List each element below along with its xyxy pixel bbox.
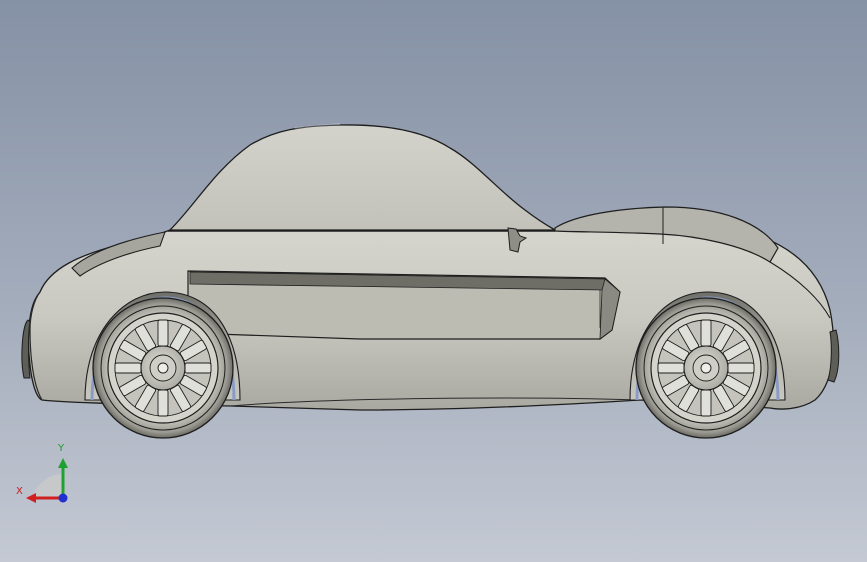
coordinate-triad[interactable]: X Y [10, 440, 80, 510]
y-axis-label: Y [58, 443, 65, 454]
triad-plane [32, 474, 62, 498]
front-wheel[interactable] [92, 297, 234, 439]
front-bumper [21, 319, 31, 379]
x-axis-head [26, 493, 36, 503]
rear-hub-cap [700, 362, 712, 374]
front-hub-cap [157, 362, 169, 374]
z-axis-dot [58, 493, 68, 503]
triad-icon [26, 458, 68, 503]
y-axis-head [58, 458, 68, 468]
rear-wheel[interactable] [635, 297, 777, 439]
body-roof [168, 124, 558, 231]
car-model-scene[interactable] [0, 0, 867, 562]
x-axis-label: X [16, 486, 23, 497]
3d-viewport[interactable]: X Y [0, 0, 867, 562]
